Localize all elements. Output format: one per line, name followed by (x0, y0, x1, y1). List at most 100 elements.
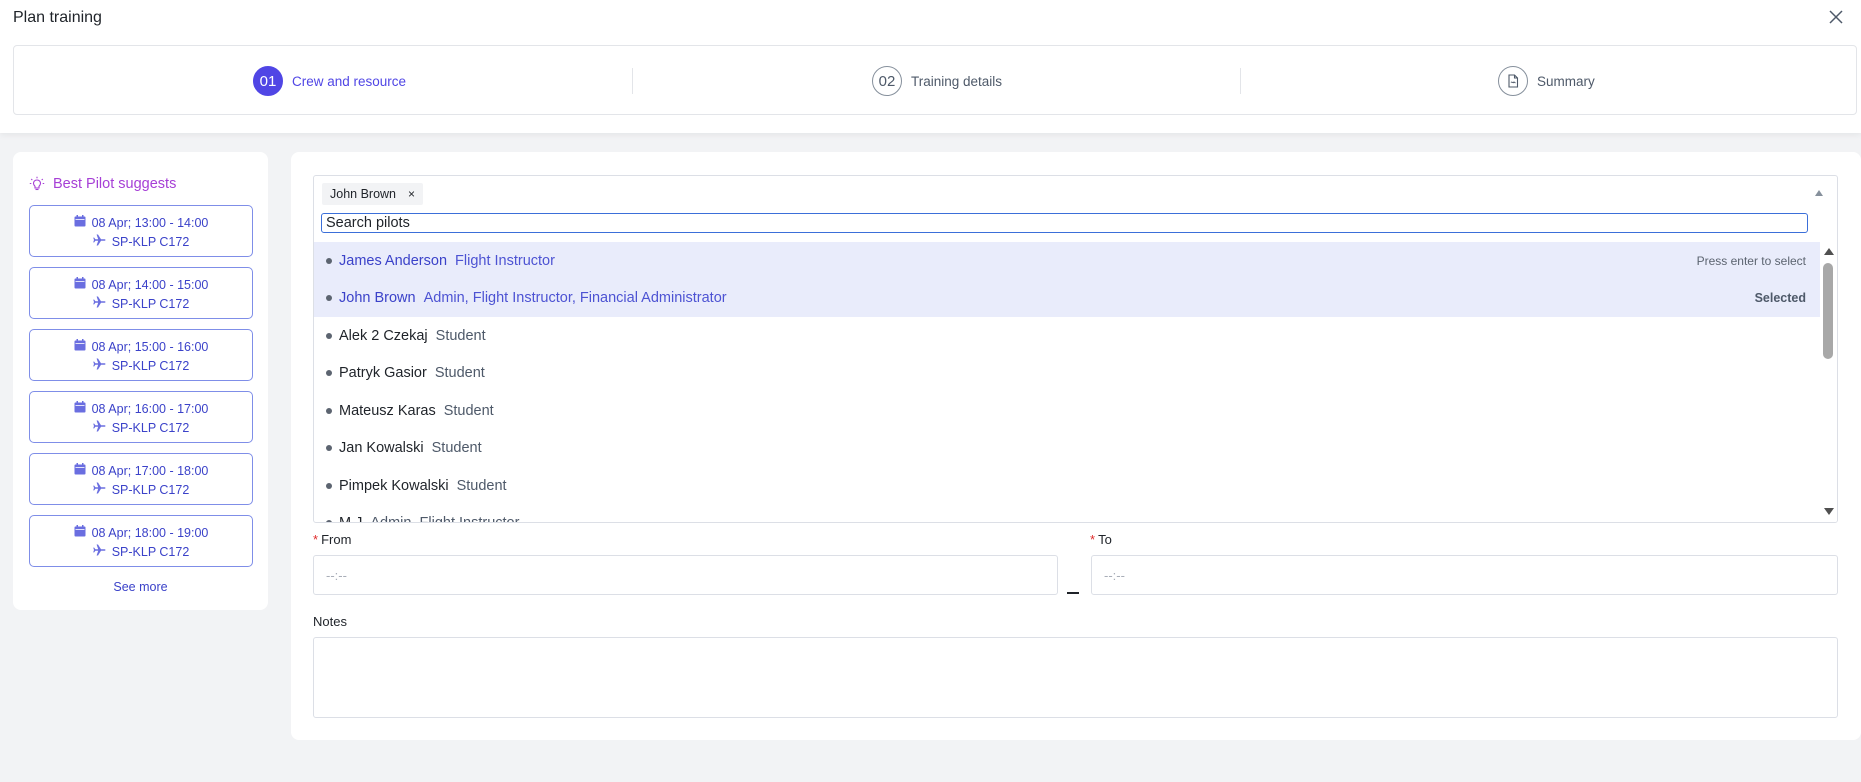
pilot-role: Student (435, 327, 486, 344)
pilot-name: Alek 2 Czekaj (339, 327, 428, 344)
document-icon (1498, 66, 1528, 96)
from-label: * From (313, 532, 351, 547)
pilot-name: John Brown (339, 290, 416, 307)
calendar-icon (74, 463, 86, 478)
chevron-up-icon[interactable] (1815, 190, 1823, 196)
pilot-option[interactable]: John Brown Admin, Flight Instructor, Fin… (314, 279, 1822, 317)
press-enter-hint: Press enter to select (1696, 253, 1806, 268)
suggestion-slot[interactable]: 08 Apr; 18:00 - 19:00 SP-KLP C172 (29, 515, 253, 567)
suggestion-slot[interactable]: 08 Apr; 17:00 - 18:00 SP-KLP C172 (29, 453, 253, 505)
scrollbar-thumb[interactable] (1823, 263, 1833, 359)
suggestions-panel: Best Pilot suggests 08 Apr; 13:00 - 14:0… (13, 152, 268, 610)
airplane-icon (92, 420, 106, 435)
bullet (326, 295, 332, 302)
suggestion-slot[interactable]: 08 Apr; 13:00 - 14:00 SP-KLP C172 (29, 205, 253, 257)
airplane-icon (92, 296, 106, 311)
notes-textarea[interactable] (313, 637, 1838, 718)
pilot-role: Admin, Flight Instructor, Financial Admi… (423, 290, 727, 307)
selected-pilot-tag: John Brown × (322, 183, 424, 205)
pilot-option[interactable]: Mateusz Karas Student (314, 392, 1822, 430)
suggestion-slot[interactable]: 08 Apr; 14:00 - 15:00 SP-KLP C172 (29, 267, 253, 319)
calendar-icon (74, 525, 86, 540)
bullet (326, 257, 332, 264)
pilot-name: M J (339, 515, 362, 522)
bullet (326, 482, 332, 489)
to-label-text: To (1098, 532, 1112, 547)
slot-time: 08 Apr; 16:00 - 17:00 (91, 401, 209, 416)
bullet (326, 445, 332, 452)
step-number: 02 (872, 66, 902, 96)
step-divider (632, 68, 633, 94)
pilot-role: Student (443, 402, 494, 419)
required-mark: * (1090, 532, 1096, 547)
step-summary[interactable]: Summary (1498, 66, 1595, 96)
bullet (326, 520, 332, 522)
calendar-icon (74, 339, 86, 354)
pilot-options-list: James Anderson Flight Instructor Press e… (314, 242, 1822, 522)
from-label-text: From (321, 532, 352, 547)
pilot-role: Student (456, 477, 507, 494)
pilot-name: Mateusz Karas (339, 402, 436, 419)
suggestions-heading: Best Pilot suggests (29, 176, 176, 192)
calendar-icon (74, 401, 86, 416)
slot-time: 08 Apr; 18:00 - 19:00 (91, 525, 209, 540)
pilot-role: Student (431, 440, 482, 457)
step-number: 01 (253, 66, 283, 96)
slot-aircraft: SP-KLP C172 (111, 544, 190, 559)
airplane-icon (92, 482, 106, 497)
pilot-role: Student (434, 365, 485, 382)
notes-label: Notes (313, 614, 347, 629)
slot-time: 08 Apr; 14:00 - 15:00 (91, 277, 209, 292)
slot-aircraft: SP-KLP C172 (111, 234, 190, 249)
required-mark: * (313, 532, 319, 547)
scroll-up-arrow-icon[interactable] (1824, 248, 1834, 255)
lightbulb-icon (29, 176, 45, 191)
step-divider (1240, 68, 1241, 94)
airplane-icon (92, 234, 106, 249)
pilot-name: Patryk Gasior (339, 365, 427, 382)
pilot-option[interactable]: Jan Kowalski Student (314, 430, 1822, 468)
slot-time: 08 Apr; 13:00 - 14:00 (91, 215, 209, 230)
calendar-icon (74, 215, 86, 230)
slot-time: 08 Apr; 15:00 - 16:00 (91, 339, 209, 354)
range-separator (1067, 592, 1079, 594)
search-pilots-input[interactable] (321, 213, 1808, 233)
pilot-option[interactable]: M J Admin, Flight Instructor (314, 505, 1822, 522)
pilot-role: Admin, Flight Instructor (370, 515, 519, 522)
pilot-option[interactable]: Alek 2 Czekaj Student (314, 317, 1822, 355)
airplane-icon (92, 544, 106, 559)
step-label: Training details (911, 73, 1003, 89)
pilot-option[interactable]: James Anderson Flight Instructor Press e… (314, 242, 1822, 280)
dialog-title: Plan training (13, 9, 102, 26)
pilot-option[interactable]: Pimpek Kowalski Student (314, 467, 1822, 505)
bullet (326, 407, 332, 414)
pilot-name: James Anderson (339, 252, 448, 269)
pilot-name: Jan Kowalski (339, 440, 424, 457)
slot-aircraft: SP-KLP C172 (111, 482, 190, 497)
step-label: Crew and resource (292, 73, 407, 89)
close-icon[interactable] (1825, 6, 1847, 28)
pilot-select[interactable]: John Brown × James Anderson Flight Instr… (313, 175, 1838, 523)
slot-aircraft: SP-KLP C172 (111, 420, 190, 435)
list-scrollbar[interactable] (1820, 242, 1837, 522)
slot-aircraft: SP-KLP C172 (111, 296, 190, 311)
tag-label: John Brown (330, 187, 397, 201)
scroll-down-arrow-icon[interactable] (1824, 508, 1834, 515)
pilot-option[interactable]: Patryk Gasior Student (314, 355, 1822, 393)
step-crew-and-resource[interactable]: 01 Crew and resource (253, 66, 406, 96)
step-training-details[interactable]: 02 Training details (872, 66, 1002, 96)
to-time-input[interactable]: --:-- (1091, 555, 1838, 595)
from-time-input[interactable]: --:-- (313, 555, 1058, 595)
see-more-link[interactable]: See more (13, 580, 268, 594)
selected-badge: Selected (1754, 291, 1806, 306)
suggestion-slot[interactable]: 08 Apr; 15:00 - 16:00 SP-KLP C172 (29, 329, 253, 381)
airplane-icon (92, 358, 106, 373)
bullet (326, 332, 332, 339)
slot-aircraft: SP-KLP C172 (111, 358, 190, 373)
tag-remove-icon[interactable]: × (408, 187, 415, 201)
calendar-icon (74, 277, 86, 292)
training-form: John Brown × James Anderson Flight Instr… (291, 152, 1861, 740)
suggestion-slot[interactable]: 08 Apr; 16:00 - 17:00 SP-KLP C172 (29, 391, 253, 443)
dialog-header: Plan training 01 Crew and resource 02 Tr… (0, 0, 1861, 133)
pilot-role: Flight Instructor (455, 252, 555, 269)
